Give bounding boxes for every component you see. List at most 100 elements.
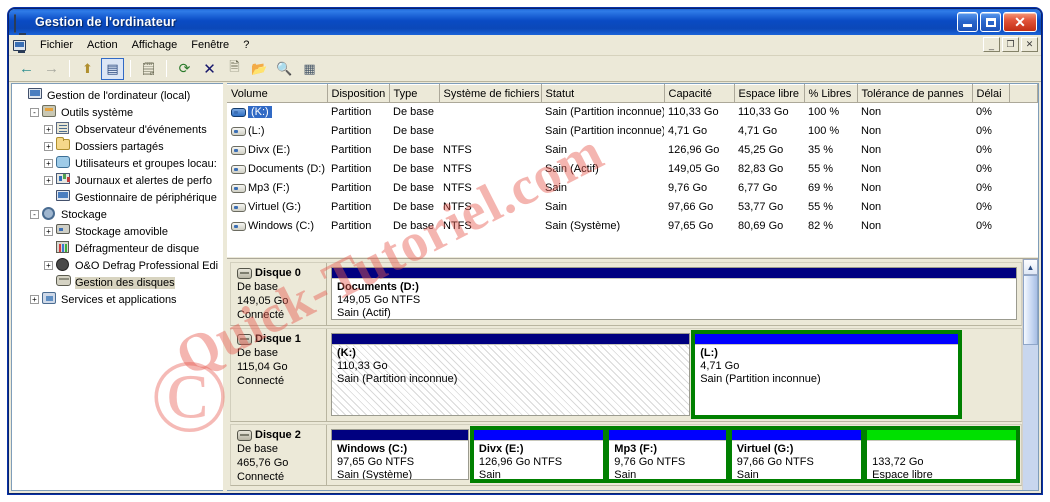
partition[interactable]: Mp3 (F:) 9,76 Go NTFS Sain	[605, 426, 730, 483]
tree-item-dossiers-partag-s[interactable]: + Dossiers partagés	[14, 137, 223, 155]
volume-row[interactable]: (L:) Partition De base Sain (Partition inco…	[227, 122, 1038, 141]
cell-fault-tolerance: Non	[861, 106, 882, 119]
disk-size: 465,76 Go	[237, 457, 289, 469]
partition[interactable]: Windows (C:) 97,65 Go NTFS Sain (Système)	[331, 429, 469, 480]
rescan-disks-icon[interactable]: ▦	[298, 58, 321, 80]
delete-icon[interactable]: ✕	[198, 58, 221, 80]
client-area: Gestion de l'ordinateur (local) - Outils s…	[11, 83, 1039, 491]
column-header-espace-libre[interactable]: Espace libre	[734, 84, 805, 103]
partition[interactable]: (L:) 4,71 Go Sain (Partition inconnue)	[691, 330, 963, 419]
expand-icon[interactable]: +	[44, 125, 53, 134]
disk-header[interactable]: Disque 1 De base 115,04 Go Connecté	[231, 329, 327, 421]
tree-item-gestion-de-l-ordinateur-local[interactable]: Gestion de l'ordinateur (local)	[14, 87, 223, 104]
menu-affichage[interactable]: Affichage	[125, 37, 185, 53]
close-button[interactable]: ✕	[1003, 12, 1037, 32]
column-header-tol-rance-de-pannes[interactable]: Tolérance de pannes	[857, 84, 973, 103]
cell-disposition: Partition	[331, 125, 372, 137]
partition-status: Espace libre	[872, 469, 933, 480]
scrollbar-thumb[interactable]	[1023, 275, 1038, 345]
scroll-up-icon[interactable]: ▲	[1023, 259, 1038, 275]
tree-item-stockage[interactable]: - Stockage	[14, 206, 223, 223]
disk-rows: Disque 0 De base 149,05 Go Connecté Document…	[227, 259, 1022, 490]
partition-size: 133,72 Go	[872, 456, 924, 468]
expand-icon[interactable]: +	[44, 227, 53, 236]
properties-icon[interactable]: 🗒	[137, 58, 160, 80]
minimize-button[interactable]	[957, 12, 978, 32]
tree-item-gestion-des-disques[interactable]: Gestion des disques	[14, 274, 223, 291]
tree-item-d-fragmenteur-de-disque[interactable]: Défragmenteur de disque	[14, 240, 223, 257]
tree-item-o-o-defrag-professional-edi[interactable]: + O&O Defrag Professional Edi	[14, 257, 223, 274]
tree-item-services-et-applications[interactable]: + Services et applications	[14, 291, 223, 308]
partition[interactable]: 133,72 Go Espace libre	[863, 426, 1020, 483]
cell-capacity: 110,33 Go	[668, 106, 719, 119]
mdi-close-button[interactable]: ✕	[1021, 37, 1038, 52]
menu-fichier[interactable]: Fichier	[33, 37, 80, 53]
expand-icon[interactable]: +	[44, 142, 53, 151]
expand-icon[interactable]: +	[44, 159, 53, 168]
volume-row[interactable]: Mp3 (F:) Partition De base NTFS Sain 9,76 Go 6…	[227, 179, 1038, 198]
window-controls: ✕	[957, 12, 1037, 32]
console-tree-pane[interactable]: Gestion de l'ordinateur (local) - Outils s…	[11, 83, 223, 491]
column-header-statut[interactable]: Statut	[541, 84, 665, 103]
show-hide-tree-icon[interactable]: ▤	[101, 57, 124, 80]
maximize-button[interactable]	[980, 12, 1001, 32]
collapse-icon[interactable]: -	[30, 108, 39, 117]
expand-icon[interactable]: +	[44, 176, 53, 185]
volume-list[interactable]: Volume Disposition Type Système de fichiers…	[227, 84, 1038, 258]
column-header-capacit[interactable]: Capacité	[664, 84, 735, 103]
menu-action[interactable]: Action	[80, 37, 125, 53]
disk-header[interactable]: Disque 0 De base 149,05 Go Connecté	[231, 263, 327, 325]
mdi-maximize-button[interactable]: ❐	[1002, 37, 1019, 52]
cell-percent-free: 100 %	[808, 106, 840, 119]
tree-item-gestionnaire-de-p-riph-rique[interactable]: Gestionnaire de périphérique	[14, 189, 223, 206]
cell-filler	[1009, 198, 1038, 217]
open-folder-icon[interactable]: 📂	[248, 58, 271, 80]
column-header-libres[interactable]: % Libres	[804, 84, 858, 103]
menu-aide[interactable]: ?	[236, 37, 256, 53]
tree-item-observateur-d-v-nements[interactable]: + Observateur d'événements	[14, 121, 223, 138]
scrollbar-track[interactable]	[1023, 275, 1038, 490]
up-one-level-icon[interactable]: ⬆	[76, 58, 99, 80]
export-list-icon[interactable]: 🗎	[223, 58, 246, 80]
cell-volume: Documents (D:)	[227, 160, 327, 179]
volume-row[interactable]: Virtuel (G:) Partition De base NTFS Sain 97,6…	[227, 198, 1038, 217]
partition[interactable]: (K:) 110,33 Go Sain (Partition inconnue)	[331, 333, 691, 416]
cell-type: De base	[393, 201, 434, 213]
cell-capacity: 126,96 Go	[668, 144, 720, 156]
column-header-volume[interactable]: Volume	[227, 84, 328, 103]
column-header-d-lai[interactable]: Délai	[972, 84, 1010, 103]
column-header-syst-me-de-fichiers[interactable]: Système de fichiers	[439, 84, 542, 103]
disk-row[interactable]: Disque 0 De base 149,05 Go Connecté Document…	[230, 262, 1022, 326]
disk-row[interactable]: Disque 2 De base 465,76 Go Connecté Windows …	[230, 424, 1022, 486]
cell-overhead: 0%	[976, 220, 992, 232]
disk-pane-scrollbar[interactable]: ▲	[1022, 259, 1038, 490]
expand-icon[interactable]: +	[30, 295, 39, 304]
collapse-icon[interactable]: -	[30, 210, 39, 219]
volume-drive-icon	[231, 145, 246, 155]
tree-item-label: Dossiers partagés	[75, 140, 164, 153]
tree-item-outils-syst-me[interactable]: - Outils système	[14, 104, 223, 121]
disk-row[interactable]: Disque 1 De base 115,04 Go Connecté (K:) 110,…	[230, 328, 1022, 422]
volume-row[interactable]: Divx (E:) Partition De base NTFS Sain 126,96 …	[227, 141, 1038, 160]
volume-row[interactable]: Documents (D:) Partition De base NTFS Sain (…	[227, 160, 1038, 179]
volume-row[interactable]: (K:) Partition De base Sain (Partition inco…	[227, 103, 1038, 122]
partition[interactable]: Divx (E:) 126,96 Go NTFS Sain	[469, 426, 608, 483]
graphical-disk-view: Disque 0 De base 149,05 Go Connecté Document…	[227, 258, 1038, 490]
volume-row[interactable]: Windows (C:) Partition De base NTFS Sain (Sy…	[227, 217, 1038, 236]
tree-item-utilisateurs-et-groupes-locau[interactable]: + Utilisateurs et groupes locau:	[14, 155, 223, 172]
refresh-icon[interactable]: ⟳	[173, 58, 196, 80]
back-arrow-icon[interactable]: ←	[15, 58, 38, 80]
column-header-disposition[interactable]: Disposition	[327, 84, 390, 103]
partition[interactable]: Documents (D:) 149,05 Go NTFS Sain (Actif)	[331, 267, 1017, 320]
partition-info: Divx (E:) 126,96 Go NTFS Sain	[473, 441, 604, 479]
expand-icon[interactable]: +	[44, 261, 53, 270]
search-icon[interactable]: 🔍	[273, 58, 296, 80]
partition[interactable]: Virtuel (G:) 97,66 Go NTFS Sain	[727, 426, 866, 483]
disk-header[interactable]: Disque 2 De base 465,76 Go Connecté	[231, 425, 327, 485]
tree-item-stockage-amovible[interactable]: + Stockage amovible	[14, 223, 223, 240]
column-header-type[interactable]: Type	[389, 84, 440, 103]
mdi-minimize-button[interactable]: _	[983, 37, 1000, 52]
forward-arrow-icon[interactable]: →	[40, 58, 63, 80]
menu-fenetre[interactable]: Fenêtre	[184, 37, 236, 53]
tree-item-journaux-et-alertes-de-perfo[interactable]: + Journaux et alertes de perfo	[14, 172, 223, 189]
